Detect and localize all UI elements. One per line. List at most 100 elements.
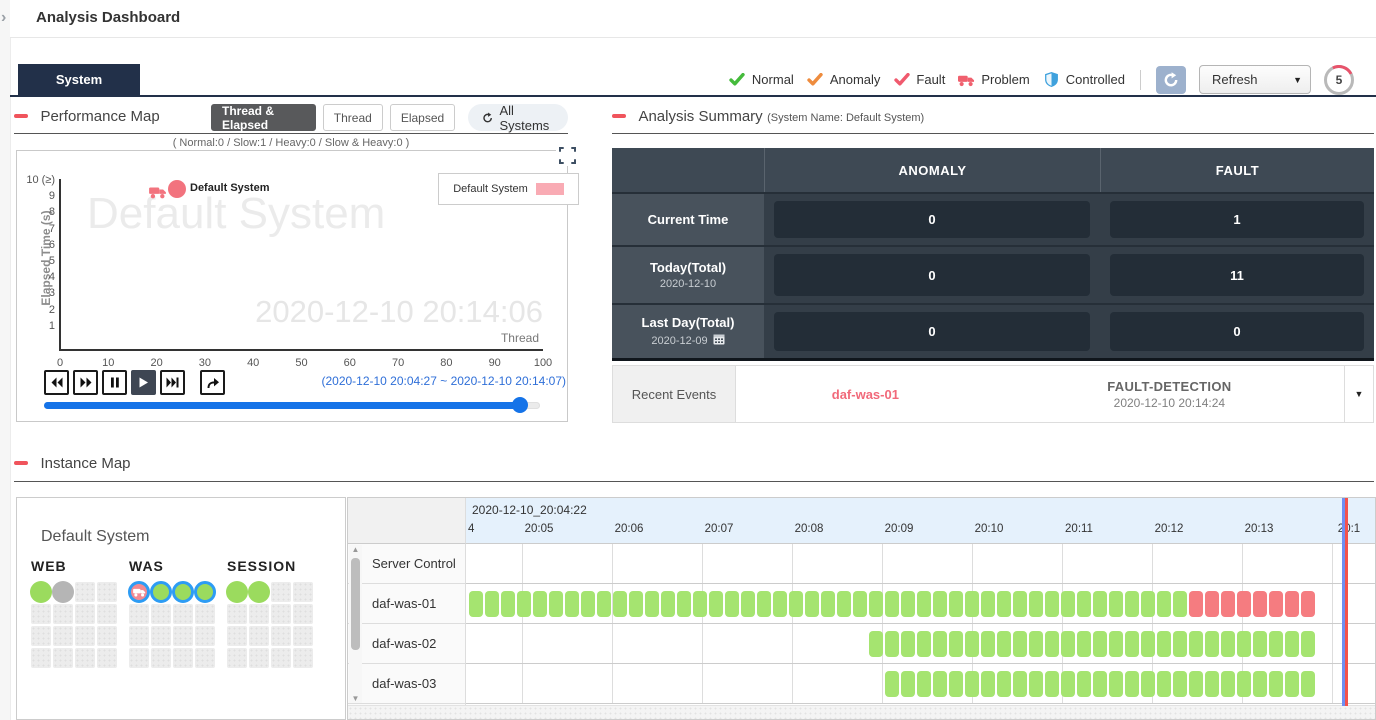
timeline-row-label[interactable]: daf-was-02 — [348, 624, 466, 664]
status-square-normal — [1269, 631, 1283, 657]
breadcrumb-chevron-icon[interactable]: › — [1, 9, 6, 27]
page-header: Analysis Dashboard — [10, 0, 1376, 38]
chart-legend-swatch — [536, 183, 564, 195]
timeline-row-bars — [466, 631, 1317, 657]
performance-map-caption: ( Normal:0 / Slow:1 / Heavy:0 / Slow & H… — [14, 137, 568, 149]
recent-events-expand-button[interactable]: ▼ — [1344, 366, 1373, 422]
scrollbar-thumb[interactable] — [351, 558, 360, 650]
status-square-fault — [1205, 591, 1219, 617]
summary-fault-value[interactable]: 0 — [1110, 312, 1364, 351]
status-square-normal — [869, 591, 883, 617]
section-rule — [14, 481, 1374, 482]
system-card-name: Default System — [41, 528, 149, 546]
instance-normal[interactable] — [30, 581, 52, 603]
x-tick: 80 — [440, 357, 452, 369]
fast-forward-button[interactable] — [73, 370, 98, 395]
filter-thread-button[interactable]: Thread — [323, 104, 383, 131]
instance-normal[interactable] — [248, 581, 270, 603]
recent-events-label: Recent Events — [613, 366, 736, 422]
instance-grid — [129, 582, 215, 668]
summary-anomaly-value[interactable]: 0 — [774, 312, 1090, 351]
legend-item-normal: Normal — [729, 72, 794, 88]
vertical-scrollbar[interactable]: ▲ ▼ — [349, 545, 362, 703]
status-square-normal — [1253, 671, 1267, 697]
chart-legend[interactable]: Default System — [438, 173, 579, 205]
instance-normal-selected[interactable] — [150, 581, 172, 603]
instance-groups: WEBWASSESSION — [31, 558, 313, 668]
status-square-normal — [1093, 631, 1107, 657]
refresh-icon — [482, 111, 493, 125]
instance-map-title: Instance Map — [40, 455, 130, 472]
instance-normal-selected[interactable] — [172, 581, 194, 603]
rewind-button[interactable] — [44, 370, 69, 395]
status-square-normal — [949, 591, 963, 617]
recent-event-type: FAULT-DETECTION — [1107, 379, 1231, 394]
instance-group-title: WAS — [129, 558, 215, 574]
status-square-normal — [773, 591, 787, 617]
status-square-normal — [1157, 671, 1171, 697]
scroll-up-icon[interactable]: ▲ — [349, 545, 362, 554]
analysis-summary-table: ANOMALY FAULT Current Time01Today(Total)… — [612, 148, 1374, 361]
instance-inactive[interactable] — [52, 581, 74, 603]
status-square-normal — [629, 591, 643, 617]
instance-cell-empty — [97, 648, 117, 668]
date-text: 2020-12-10 — [660, 278, 716, 290]
scroll-down-icon[interactable]: ▼ — [349, 694, 362, 703]
instance-problem-selected[interactable] — [128, 581, 150, 603]
refresh-now-button[interactable] — [1156, 66, 1186, 94]
skip-end-button[interactable] — [160, 370, 185, 395]
all-systems-button[interactable]: All Systems — [468, 104, 568, 131]
status-square-normal — [1109, 631, 1123, 657]
instance-normal-selected[interactable] — [194, 581, 216, 603]
status-square-normal — [741, 591, 755, 617]
system-bubble[interactable] — [168, 180, 186, 198]
status-square-fault — [1285, 591, 1299, 617]
timeline-row-label[interactable]: daf-was-01 — [348, 584, 466, 624]
horizontal-scrollbar[interactable] — [348, 705, 1375, 719]
instance-cell-empty — [173, 604, 193, 624]
section-dash-icon — [14, 114, 28, 118]
playback-slider[interactable] — [44, 402, 540, 409]
summary-row-date[interactable]: 2020-12-09 — [651, 333, 724, 348]
status-square-normal — [1285, 671, 1299, 697]
summary-fault-value[interactable]: 1 — [1110, 201, 1364, 238]
status-square-normal — [965, 591, 979, 617]
summary-anomaly-value[interactable]: 0 — [774, 201, 1090, 238]
tab-system[interactable]: System — [18, 64, 140, 95]
instance-cell-empty — [129, 648, 149, 668]
check-icon — [893, 72, 910, 88]
ambulance-icon — [958, 72, 975, 88]
play-button[interactable] — [131, 370, 156, 395]
refresh-countdown-badge[interactable]: 5 — [1324, 65, 1354, 95]
summary-fault-cell: 0 — [1100, 305, 1374, 358]
status-square-normal — [837, 591, 851, 617]
status-square-normal — [1109, 591, 1123, 617]
timeline-row-label[interactable]: daf-was-03 — [348, 664, 466, 704]
collapsed-sidebar-strip[interactable] — [0, 0, 11, 720]
timeline-row-label[interactable]: Server Control — [348, 544, 466, 584]
check-icon — [729, 72, 746, 88]
status-legend: NormalAnomalyFaultProblemControlled — [729, 72, 1125, 88]
calendar-icon[interactable] — [713, 333, 725, 348]
summary-anomaly-value[interactable]: 0 — [774, 254, 1090, 296]
summary-row-title: Current Time — [648, 212, 729, 227]
instance-normal[interactable] — [226, 581, 248, 603]
status-square-normal — [949, 631, 963, 657]
recent-event-instance-link[interactable]: daf-was-01 — [736, 366, 995, 422]
status-square-normal — [1189, 671, 1203, 697]
instance-cell-empty — [53, 626, 73, 646]
status-square-normal — [885, 671, 899, 697]
summary-fault-value[interactable]: 11 — [1110, 254, 1364, 296]
legend-item-label: Fault — [916, 72, 945, 87]
pause-button[interactable] — [102, 370, 127, 395]
status-square-normal — [1061, 631, 1075, 657]
status-square-normal — [917, 671, 931, 697]
filter-elapsed-button[interactable]: Elapsed — [390, 104, 455, 131]
chevron-down-icon: ▼ — [1355, 389, 1364, 399]
refresh-interval-select[interactable]: Refresh ▼ — [1199, 65, 1311, 94]
status-square-normal — [949, 671, 963, 697]
legend-item-controlled: Controlled — [1043, 72, 1125, 88]
summary-row-label: Last Day(Total)2020-12-09 — [612, 305, 764, 358]
filter-thread-elapsed-button[interactable]: Thread & Elapsed — [211, 104, 316, 131]
fullscreen-button[interactable] — [556, 145, 578, 166]
